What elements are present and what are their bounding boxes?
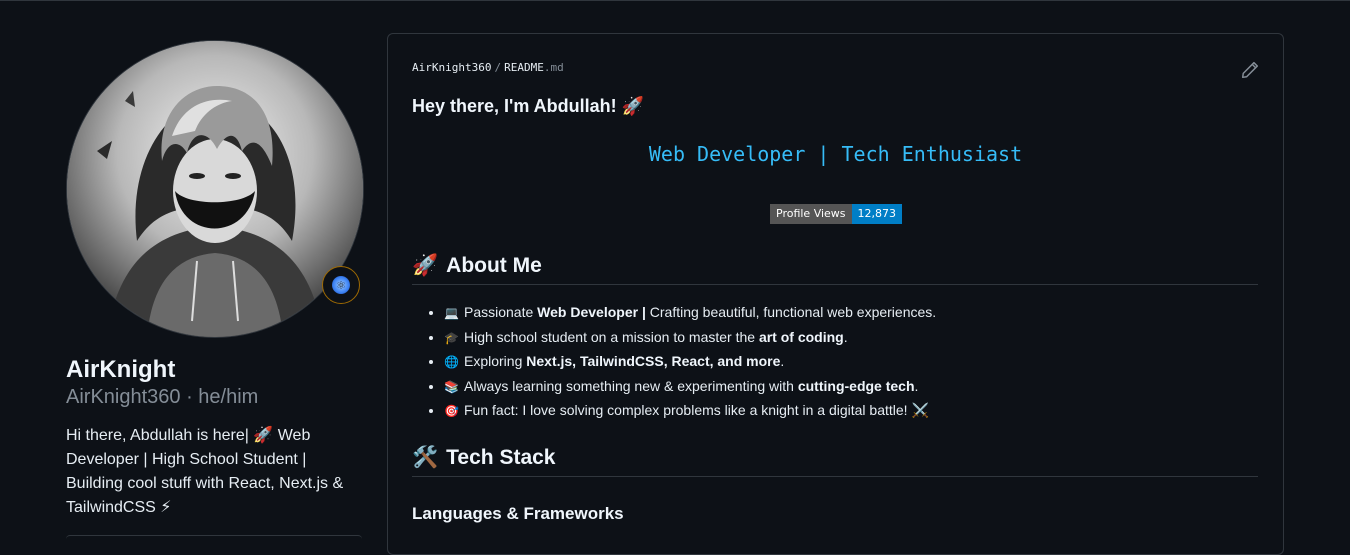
profile-views-badge: Profile Views 12,873 xyxy=(770,204,903,224)
target-icon: 🎯 xyxy=(444,404,459,418)
item-text: Exploring xyxy=(464,353,527,369)
react-atom-icon: ⚛ xyxy=(332,276,350,294)
item-bold: Next.js, TailwindCSS, React, and more xyxy=(526,353,781,369)
item-bold: cutting-edge tech xyxy=(797,377,915,394)
typing-svg-text: Web Developer | Tech Enthusiast xyxy=(648,142,1023,166)
list-item: 📚 Always learning something new & experim… xyxy=(444,374,936,399)
bio-line: Developer | High School Student | xyxy=(66,451,307,468)
item-text: . xyxy=(914,377,919,394)
item-text: High school student on a mission to mast… xyxy=(464,328,759,345)
item-text: . xyxy=(843,328,848,345)
status-badge[interactable]: ⚛ xyxy=(322,266,360,304)
readme-breadcrumb: AirKnight360/README.md xyxy=(412,61,564,74)
laptop-icon: 💻 xyxy=(444,306,459,320)
readme-greeting: Hey there, I'm Abdullah! 🚀 xyxy=(412,96,645,116)
profile-bio: Hi there, Abdullah is here| 🚀 Web Develo… xyxy=(66,424,356,520)
item-text: Crafting beautiful, functional web exper… xyxy=(645,304,937,320)
languages-frameworks-heading: Languages & Frameworks xyxy=(412,504,624,523)
bio-line: Building cool stuff with React, Next.js … xyxy=(66,475,344,492)
pencil-icon[interactable] xyxy=(1241,61,1259,79)
profile-username: AirKnight360 · he/him xyxy=(66,386,259,408)
readme-owner-link[interactable]: AirKnight360 xyxy=(412,61,491,74)
views-badge-label: Profile Views xyxy=(770,204,852,224)
globe-icon: 🌐 xyxy=(444,355,459,369)
edit-profile-button-edge[interactable] xyxy=(66,535,362,539)
about-heading-text: About Me xyxy=(446,254,542,277)
item-bold: art of coding xyxy=(758,328,844,345)
breadcrumb-separator: / xyxy=(494,61,502,74)
avatar[interactable] xyxy=(66,40,364,338)
swords-icon: ⚔️ xyxy=(911,402,929,418)
tech-stack-heading: 🛠️ Tech Stack xyxy=(412,446,1258,477)
views-badge-count: 12,873 xyxy=(851,204,903,224)
readme-file-name: README xyxy=(504,61,544,74)
about-list: 💻 Passionate Web Developer | Crafting bea… xyxy=(428,300,936,423)
stack-heading-text: Tech Stack xyxy=(446,446,556,469)
graduation-cap-icon: 🎓 xyxy=(444,330,459,345)
avatar-container: ⚛ xyxy=(66,40,364,338)
bio-line: TailwindCSS ⚡ xyxy=(66,499,172,516)
rocket-icon: 🚀 xyxy=(412,254,439,277)
item-bold: Web Developer | xyxy=(537,304,646,320)
tools-icon: 🛠️ xyxy=(412,446,439,469)
books-icon: 📚 xyxy=(444,379,459,394)
readme-file-ext: .md xyxy=(543,61,564,74)
item-text: . xyxy=(780,353,785,369)
list-item: 🎓 High school student on a mission to mas… xyxy=(444,325,936,350)
item-text: Fun fact: I love solving complex problem… xyxy=(464,402,912,418)
profile-display-name: AirKnight xyxy=(66,356,176,383)
list-item: 🌐 Exploring Next.js, TailwindCSS, React, … xyxy=(444,349,936,374)
about-me-heading: 🚀 About Me xyxy=(412,254,1258,285)
list-item: 💻 Passionate Web Developer | Crafting bea… xyxy=(444,300,936,325)
avatar-illustration xyxy=(67,41,363,337)
item-text: Always learning something new & experime… xyxy=(464,377,798,394)
page-top-border xyxy=(0,0,1350,1)
readme-card: AirKnight360/README.md Hey there, I'm Ab… xyxy=(387,33,1284,555)
bio-line: Hi there, Abdullah is here| 🚀 Web xyxy=(66,427,311,444)
item-text: Passionate xyxy=(464,304,538,320)
list-item: 🎯 Fun fact: I love solving complex proble… xyxy=(444,398,936,423)
